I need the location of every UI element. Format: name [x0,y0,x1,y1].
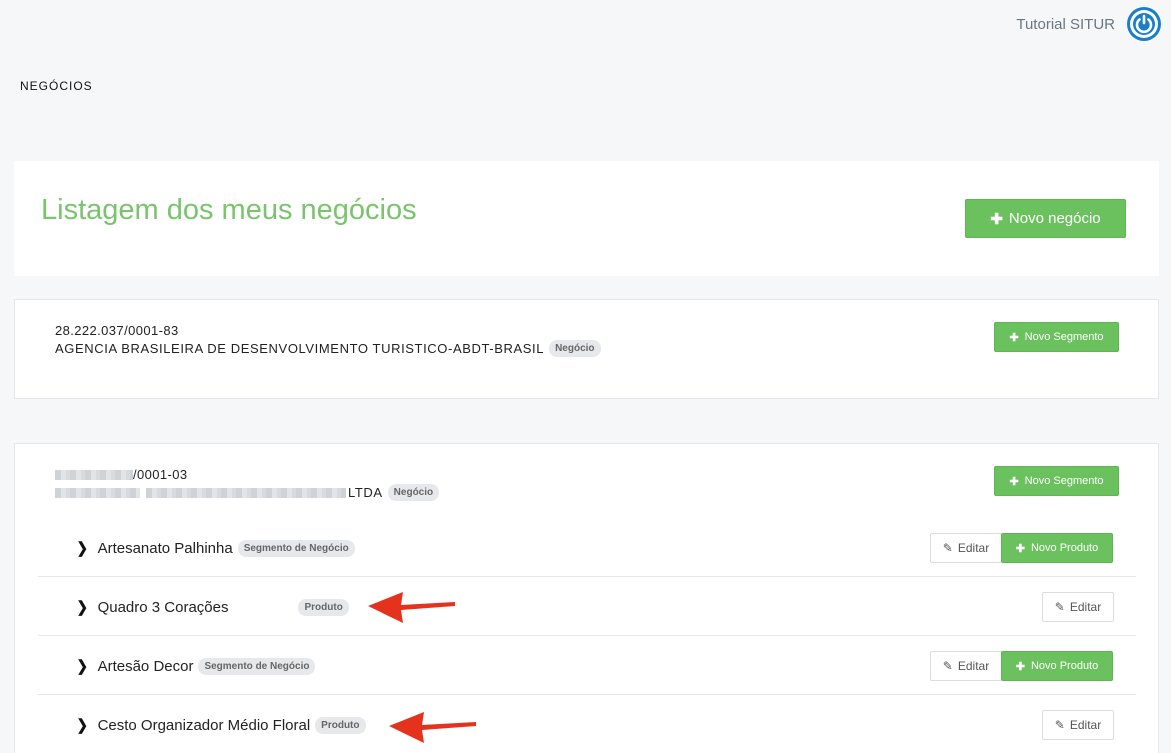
business-cnpj-suffix: /0001-03 [133,467,188,482]
power-icon[interactable] [1127,7,1161,41]
row-label: Artesanato Palhinha [97,539,233,557]
business-card: 28.222.037/0001-83 AGENCIA BRASILEIRA DE… [14,299,1159,399]
breadcrumb: NEGÓCIOS [20,79,93,93]
new-product-label: Novo Produto [1030,542,1099,554]
listing-header-card: Listagem dos meus negócios ✚ Novo negóci… [14,161,1159,276]
new-segment-label: Novo Segmento [1024,331,1104,343]
new-segment-label: Novo Segmento [1024,475,1104,487]
redacted-text [55,487,140,498]
plus-icon: ✚ [1009,475,1019,488]
plus-icon: ✚ [1009,331,1019,344]
business-name: LTDA Negócio [55,484,440,501]
new-product-button[interactable]: ✚ Novo Produto [1001,651,1113,681]
new-segment-button[interactable]: ✚ Novo Segmento [994,322,1119,352]
edit-button[interactable]: ✎ Editar [1042,710,1114,740]
business-name: AGENCIA BRASILEIRA DE DESENVOLVIMENTO TU… [55,340,601,357]
plus-icon: ✚ [990,210,1003,228]
plus-icon: ✚ [1015,542,1025,555]
user-name[interactable]: Tutorial SITUR [1016,16,1115,33]
edit-label: Editar [1069,718,1102,732]
chevron-right-icon[interactable]: ❯ [77,539,88,557]
business-card: /0001-03 LTDA Negócio ✚ Novo Segmento ❯ … [14,443,1159,753]
row-label: Cesto Organizador Médio Floral [97,716,311,734]
segment-toggle[interactable]: ❯ Artesanato Palhinha Segmento de Negóci… [76,519,355,577]
row-label: Artesão Decor [97,657,194,675]
product-row: ❯ Quadro 3 Corações Produto ✎ Editar [38,578,1136,636]
new-product-label: Novo Produto [1030,660,1099,672]
annotation-arrow-icon [389,712,476,743]
edit-label: Editar [1069,600,1102,614]
product-row: ❯ Cesto Organizador Médio Floral Produto… [38,696,1136,753]
redacted-text [146,487,346,498]
new-product-button[interactable]: ✚ Novo Produto [1001,533,1113,563]
redacted-text [55,469,133,480]
page-title: Listagem dos meus negócios [41,194,417,226]
product-toggle[interactable]: ❯ Cesto Organizador Médio Floral Produto [76,696,366,753]
chevron-right-icon[interactable]: ❯ [77,598,88,616]
edit-button[interactable]: ✎ Editar [930,533,1002,563]
edit-label: Editar [957,659,990,673]
new-business-label: Novo negócio [1008,210,1101,227]
top-bar: Tutorial SITUR [0,0,1171,50]
pencil-icon: ✎ [1054,718,1065,732]
business-badge: Negócio [387,484,440,501]
segment-row: ❯ Artesanato Palhinha Segmento de Negóci… [38,519,1136,577]
pencil-icon: ✎ [942,659,953,673]
new-business-button[interactable]: ✚ Novo negócio [965,199,1126,238]
pencil-icon: ✎ [942,541,953,555]
business-cnpj: /0001-03 [55,467,188,482]
annotation-arrow-icon [368,592,455,623]
product-badge: Produto [315,716,366,734]
product-badge: Produto [298,598,349,616]
new-segment-button[interactable]: ✚ Novo Segmento [994,466,1119,496]
segment-toggle[interactable]: ❯ Artesão Decor Segmento de Negócio [76,637,316,695]
business-name-text: AGENCIA BRASILEIRA DE DESENVOLVIMENTO TU… [55,341,545,356]
edit-button[interactable]: ✎ Editar [1042,592,1114,622]
segment-row: ❯ Artesão Decor Segmento de Negócio ✎ Ed… [38,637,1136,695]
row-label: Quadro 3 Corações [97,598,229,616]
edit-label: Editar [957,541,990,555]
chevron-right-icon[interactable]: ❯ [77,716,88,734]
business-name-suffix: LTDA [348,485,383,500]
business-cnpj: 28.222.037/0001-83 [55,323,179,338]
product-toggle[interactable]: ❯ Quadro 3 Corações Produto [76,578,349,636]
edit-button[interactable]: ✎ Editar [930,651,1002,681]
business-badge: Negócio [549,340,601,357]
segment-badge: Segmento de Negócio [237,539,355,557]
plus-icon: ✚ [1015,660,1025,673]
segment-badge: Segmento de Negócio [198,657,316,675]
chevron-right-icon[interactable]: ❯ [77,657,88,675]
pencil-icon: ✎ [1054,600,1065,614]
